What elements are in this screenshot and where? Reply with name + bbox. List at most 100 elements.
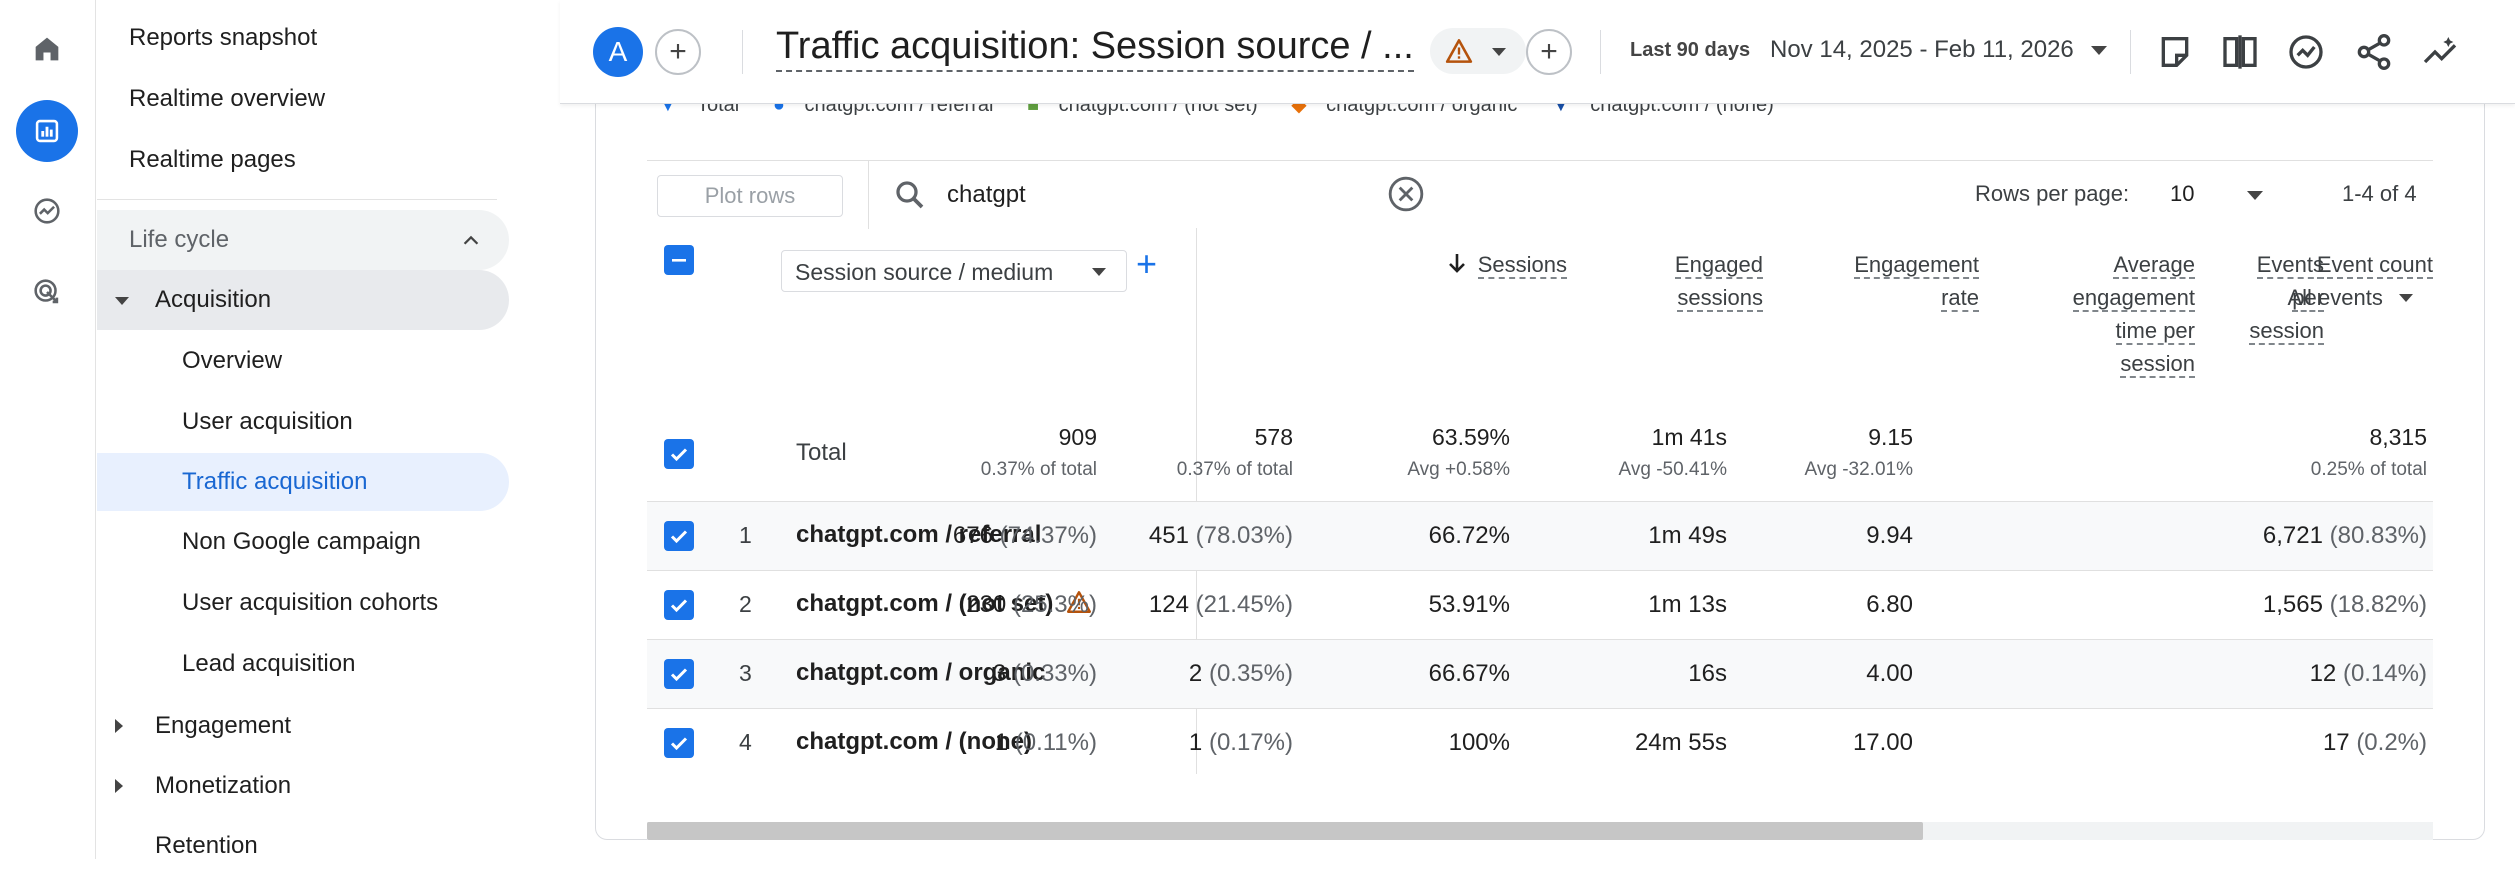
header-text: session <box>2120 351 2195 378</box>
date-dropdown-icon[interactable] <box>2091 46 2107 55</box>
chevron-down-icon[interactable] <box>2247 191 2263 200</box>
row-checkbox[interactable] <box>664 590 694 620</box>
header-text: time per <box>2115 318 2195 345</box>
row-checkbox[interactable] <box>664 521 694 551</box>
plot-rows-button[interactable]: Plot rows <box>657 175 843 217</box>
cell-sessions: 3 (0.33%) <box>993 660 1097 688</box>
trend-sparkle-icon[interactable] <box>2420 32 2460 72</box>
total-events-per-session-sub: Avg -32.01% <box>1804 459 1913 480</box>
nav-item-overview[interactable]: Overview <box>97 332 509 390</box>
totals-row: Total 909 0.37% of total 578 0.37% of to… <box>647 406 2433 502</box>
header-text: Event count <box>2316 252 2433 279</box>
total-event-count-sub: 0.25% of total <box>2310 459 2427 480</box>
total-avg-time-sub: Avg -50.41% <box>1618 459 1727 480</box>
header-divider <box>2130 30 2131 74</box>
total-rate-sub: Avg +0.58% <box>1407 459 1510 480</box>
cell-percent: (21.45%) <box>1195 591 1293 618</box>
rows-per-page-select[interactable]: 10 <box>2170 181 2194 207</box>
cell-percent: (74.37%) <box>999 522 1097 549</box>
cell-value: 124 <box>1148 591 1189 618</box>
customize-report-icon[interactable] <box>2155 32 2195 72</box>
header-sessions-label: Sessions <box>1477 252 1567 279</box>
nav-item-user-acquisition[interactable]: User acquisition <box>97 393 509 451</box>
column-header-sessions[interactable]: Sessions <box>1207 248 1567 281</box>
retention-label: Retention <box>155 832 258 859</box>
select-all-checkbox[interactable] <box>664 245 694 275</box>
cell-value: 2 <box>1188 660 1203 687</box>
horizontal-scrollbar-thumb[interactable] <box>647 822 1923 840</box>
cell-percent: (0.11%) <box>1014 729 1097 756</box>
plus-icon: + <box>1540 35 1558 68</box>
side-navigation: Reports snapshot Realtime overview Realt… <box>97 0 517 859</box>
column-header-event-count-label[interactable]: Event count All events <box>2287 248 2433 314</box>
indeterminate-icon <box>672 259 686 262</box>
nav-realtime-pages[interactable]: Realtime pages <box>129 146 296 174</box>
row-checkbox[interactable] <box>664 659 694 689</box>
header-text: Average <box>2113 252 2195 279</box>
cell-rate: 66.67% <box>1428 660 1510 687</box>
row-checkbox[interactable] <box>664 728 694 758</box>
table-row[interactable]: 1 chatgpt.com / referral 676 (74.37%) 45… <box>647 502 2433 571</box>
nav-item-lead-acquisition[interactable]: Lead acquisition <box>97 635 509 693</box>
cell-percent: (80.83%) <box>2329 522 2427 549</box>
home-icon <box>35 37 59 61</box>
event-filter-select[interactable]: All events <box>2287 285 2433 310</box>
cell-events-per-session: 4.00 <box>1866 660 1913 687</box>
insights-icon[interactable] <box>2286 32 2326 72</box>
column-header-engagement-rate[interactable]: Engagement rate <box>1767 248 1979 314</box>
table-toolbar: Plot rows chatgpt Rows per page: 10 1-4 … <box>647 160 2433 229</box>
reports-icon <box>35 119 59 143</box>
nav-section-monetization[interactable]: Monetization <box>97 756 509 816</box>
cell-engaged: 2 (0.35%) <box>1189 660 1293 688</box>
cell-percent: (25.3%) <box>1012 591 1097 618</box>
cell-events-per-session: 17.00 <box>1852 729 1913 756</box>
nav-item-non-google-campaign[interactable]: Non Google campaign <box>97 513 509 571</box>
cell-value: 6,721 <box>2262 522 2323 549</box>
cell-engaged: 124 (21.45%) <box>1149 591 1293 619</box>
nav-section-life-cycle[interactable]: Life cycle <box>97 210 509 270</box>
nav-section-acquisition[interactable]: Acquisition <box>97 270 509 330</box>
reports-nav-button[interactable] <box>16 100 78 162</box>
explore-nav-button[interactable] <box>16 180 78 242</box>
explore-icon <box>34 198 60 224</box>
comparison-avatar[interactable]: A <box>593 27 643 77</box>
dimension-select[interactable]: Session source / medium <box>781 250 1127 292</box>
search-icon <box>896 181 924 209</box>
header-text: engagement <box>2072 285 2195 312</box>
home-nav-button[interactable] <box>16 18 78 80</box>
nav-realtime-overview[interactable]: Realtime overview <box>129 85 325 113</box>
row-index: 4 <box>739 729 752 755</box>
caret-down-icon <box>115 297 129 305</box>
data-table: Session source / medium + Sessions Engag… <box>647 228 2433 774</box>
add-filter-button[interactable]: + <box>1526 29 1572 75</box>
nav-item-traffic-acquisition[interactable]: Traffic acquisition <box>97 453 509 511</box>
advertising-nav-button[interactable] <box>16 261 78 323</box>
add-comparison-button[interactable]: + <box>655 29 701 75</box>
cell-percent: (0.33%) <box>1012 660 1097 687</box>
date-range-picker[interactable]: Nov 14, 2025 - Feb 11, 2026 <box>1770 36 2074 64</box>
sort-descending-icon <box>1448 254 1465 273</box>
nav-section-retention[interactable]: Retention <box>97 816 509 876</box>
data-quality-warning-button[interactable] <box>1430 28 1526 74</box>
row-index: 1 <box>739 522 752 548</box>
compare-icon[interactable] <box>2220 32 2260 72</box>
search-input[interactable]: chatgpt <box>947 181 1026 209</box>
caret-right-icon <box>115 779 123 793</box>
acquisition-label: Acquisition <box>155 286 272 313</box>
table-row[interactable]: 4 chatgpt.com / (none) 1 (0.11%) 1 (0.17… <box>647 709 2433 778</box>
totals-checkbox[interactable] <box>664 439 694 469</box>
page-title[interactable]: Traffic acquisition: Session source / ..… <box>776 25 1414 72</box>
nav-item-label: Non Google campaign <box>182 528 421 555</box>
nav-reports-snapshot[interactable]: Reports snapshot <box>129 24 317 52</box>
nav-item-user-acquisition-cohorts[interactable]: User acquisition cohorts <box>97 574 509 632</box>
date-preset-label[interactable]: Last 90 days <box>1630 39 1750 62</box>
add-dimension-button[interactable]: + <box>1136 246 1157 282</box>
clear-search-icon[interactable] <box>1387 175 1425 213</box>
cell-events-per-session: 6.80 <box>1866 591 1913 618</box>
column-header-engaged-sessions[interactable]: Engaged sessions <box>1567 248 1763 314</box>
table-row[interactable]: 2 chatgpt.com / (not set) 230 (25.3%) 12… <box>647 571 2433 640</box>
column-header-average-engagement-time[interactable]: Average engagement time per session <box>1987 248 2195 380</box>
table-row[interactable]: 3 chatgpt.com / organic 3 (0.33%) 2 (0.3… <box>647 640 2433 709</box>
share-icon[interactable] <box>2354 32 2394 72</box>
nav-section-engagement[interactable]: Engagement <box>97 696 509 756</box>
